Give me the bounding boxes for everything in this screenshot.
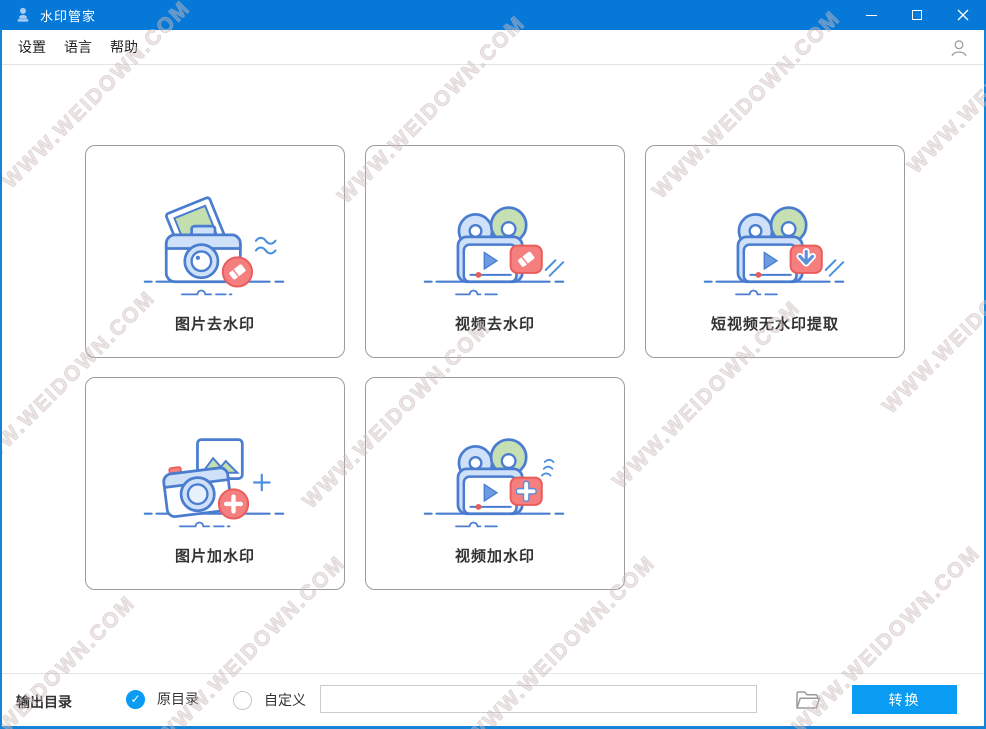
menu-item-help[interactable]: 帮助: [110, 37, 138, 57]
maximize-icon: [912, 10, 922, 20]
output-path-input[interactable]: [320, 685, 757, 713]
user-account-icon[interactable]: [948, 37, 970, 59]
maximize-button[interactable]: [894, 0, 940, 30]
menu-item-settings[interactable]: 设置: [18, 37, 46, 57]
card-label: 图片去水印: [175, 313, 255, 334]
card-image-remove-watermark[interactable]: 图片去水印: [85, 145, 345, 358]
video-download-illustration: [697, 192, 853, 309]
window-controls: [848, 0, 986, 30]
radio-original-dir-label: 原目录: [157, 689, 199, 709]
radio-unchecked-icon[interactable]: [233, 691, 252, 710]
card-image-add-watermark[interactable]: 图片加水印: [85, 377, 345, 590]
menubar: 设置 语言 帮助: [2, 30, 984, 65]
camera-plus-illustration: [137, 424, 293, 541]
card-short-video-extract[interactable]: 短视频无水印提取: [645, 145, 905, 358]
card-video-add-watermark[interactable]: 视频加水印: [365, 377, 625, 590]
card-label: 视频加水印: [455, 545, 535, 566]
radio-custom-dir[interactable]: 自定义: [233, 690, 306, 710]
card-video-remove-watermark[interactable]: 视频去水印: [365, 145, 625, 358]
card-label: 视频去水印: [455, 313, 535, 334]
main-content: 图片去水印 视: [2, 66, 984, 673]
radio-original-dir[interactable]: 原目录: [126, 689, 199, 709]
output-dir-label: 输出目录: [16, 692, 72, 712]
radio-checked-icon[interactable]: [126, 690, 145, 709]
radio-custom-dir-label: 自定义: [264, 690, 306, 710]
card-label: 短视频无水印提取: [711, 313, 839, 334]
minimize-icon: [866, 15, 877, 16]
close-button[interactable]: [940, 0, 986, 30]
minimize-button[interactable]: [848, 0, 894, 30]
video-eraser-illustration: [417, 192, 573, 309]
footer-bar: 输出目录 原目录 自定义 转换: [2, 673, 984, 726]
card-label: 图片加水印: [175, 545, 255, 566]
menu-item-language[interactable]: 语言: [64, 37, 92, 57]
window-title: 水印管家: [40, 6, 96, 25]
app-window: 水印管家 设置 语言 帮助: [0, 0, 986, 729]
video-plus-illustration: [417, 424, 573, 541]
app-logo-icon: [14, 6, 32, 24]
titlebar: 水印管家: [0, 0, 986, 30]
open-folder-icon[interactable]: [795, 689, 821, 711]
camera-eraser-illustration: [137, 192, 293, 309]
convert-button[interactable]: 转换: [852, 685, 957, 714]
close-icon: [957, 9, 969, 21]
